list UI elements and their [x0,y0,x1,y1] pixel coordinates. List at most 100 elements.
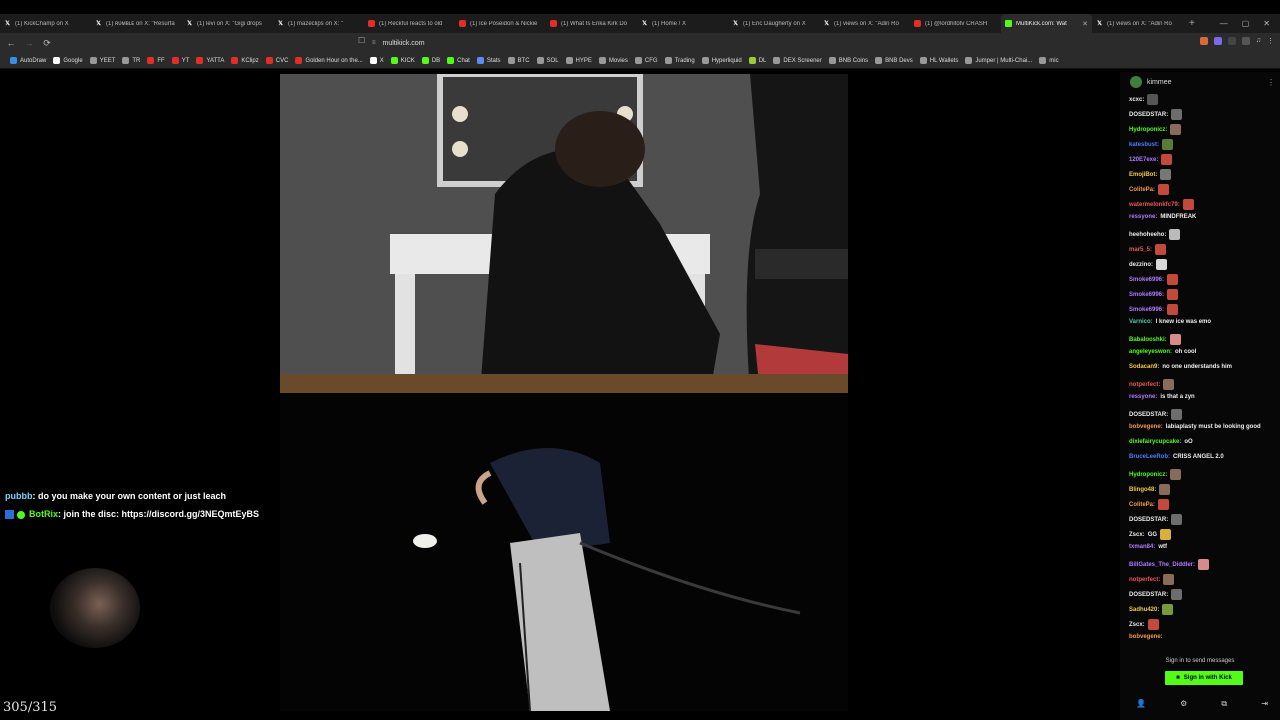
chat-username[interactable]: txman84: [1129,544,1155,550]
browser-tab[interactable]: (1) @lordhitotv CRASH [910,14,1001,33]
chat-username[interactable]: Zscx: [1129,622,1145,628]
bookmark-item[interactable]: TR [122,57,140,64]
bookmark-item[interactable]: Movies [598,57,628,64]
bookmark-item[interactable]: X [369,57,384,64]
chat-username[interactable]: watermelonkfc79: [1129,202,1180,208]
browser-tab[interactable]: 𝕏 (1) mazeclips on X: " [273,14,364,33]
bookmark-item[interactable]: DL [748,57,766,64]
browser-tab[interactable]: (1) Ice Poseidon & Nickie [455,14,546,33]
bookmark-item[interactable]: Chat [447,57,470,64]
more-options-icon[interactable]: ⋮ [1267,78,1275,87]
site-info-icon[interactable]: ≡ [372,40,376,46]
bookmark-item[interactable]: CVC [265,57,288,64]
bookmark-item[interactable]: Google [53,57,83,64]
browser-tab[interactable]: 𝕏 (1) Eric Daugherty on X [728,14,819,33]
chat-username[interactable]: heehoheeho: [1129,232,1166,238]
bookmark-item[interactable]: BNB Devs [875,57,913,64]
chat-username[interactable]: DOSEDSTAR: [1129,112,1168,118]
chat-username[interactable]: bobvegene: [1129,424,1163,430]
settings-icon[interactable]: ⚙ [1180,699,1187,709]
chat-username[interactable]: dezzino: [1129,262,1153,268]
bookmark-item[interactable]: DEX Screener [773,57,822,64]
signin-with-kick-button[interactable]: ■ Sign in with Kick [1165,671,1243,685]
chat-username[interactable]: Smoke6996: [1129,307,1164,313]
bookmark-item[interactable]: Trading [664,57,695,64]
chat-username[interactable]: notperfect: [1129,382,1160,388]
chat-username[interactable]: Hydroponicz: [1129,472,1167,478]
stream-video-bottom[interactable] [280,393,848,711]
chat-username[interactable]: EmojiBot: [1129,172,1157,178]
reload-icon[interactable]: ⟳ [40,38,54,49]
bookmark-item[interactable]: KClipz [231,57,259,64]
chat-username[interactable]: Hydroponicz: [1129,127,1167,133]
browser-tab[interactable]: MultiKick.com: Wat ✕ [1001,14,1092,33]
chat-username[interactable]: Smoke6996: [1129,292,1164,298]
bookmark-item[interactable]: Jumper | Multi-Chai... [965,57,1032,64]
chat-username[interactable]: dixiefairycupcake: [1129,439,1181,445]
chat-username[interactable]: Zscx: [1129,532,1145,538]
chat-header[interactable]: kimmee ⋮ [1130,74,1278,90]
music-icon[interactable]: ♫ [1256,37,1261,45]
chat-username[interactable]: Smoke6996: [1129,277,1164,283]
bookmark-item[interactable]: YATTA [196,57,224,64]
bookmark-item[interactable]: AutoDraw [10,57,46,64]
chat-username[interactable]: ColitePa: [1129,502,1155,508]
chat-username[interactable]: ressyone: [1129,214,1157,220]
maximize-icon[interactable]: ▢ [1242,19,1250,28]
chat-username[interactable]: BruceLeeRob: [1129,454,1170,460]
chat-username[interactable]: notperfect: [1129,577,1160,583]
bookmark-item[interactable]: HYPE [565,57,592,64]
stream-video-top[interactable] [280,74,848,393]
browser-tab[interactable]: 𝕏 (1) ʀᴜᴍʙʟᴇ on X: "Resurfa [91,14,182,33]
tab-close-icon[interactable]: ✕ [1082,20,1088,28]
chat-username[interactable]: Babalooshki: [1129,337,1167,343]
chat-username[interactable]: ColitePa: [1129,187,1155,193]
bookmark-item[interactable]: YT [171,57,189,64]
bookmark-item[interactable]: FF [147,57,165,64]
bookmark-icon[interactable]: ☐ [358,36,365,45]
close-icon[interactable]: ✕ [1263,19,1270,28]
browser-tab[interactable]: 𝕏 (1) KickChamp on X [0,14,91,33]
bookmark-item[interactable]: CFG [634,57,658,64]
bookmark-item[interactable]: Stats [476,57,501,64]
forward-icon[interactable]: → [22,38,36,48]
user-add-icon[interactable]: 👤 [1136,699,1146,709]
chat-username[interactable]: Varnico: [1129,319,1153,325]
bookmark-item[interactable]: Golden Hour on the... [295,57,363,64]
bookmark-item[interactable]: Hyperliquid [701,57,742,64]
popout-icon[interactable]: ⧉ [1221,699,1227,709]
chat-username[interactable]: xcxc: [1129,97,1144,103]
bookmark-item[interactable]: mic [1039,57,1059,64]
chat-username[interactable]: 120E7exe: [1129,157,1158,163]
browser-tab[interactable]: 𝕏 (1) Home / X [637,14,728,33]
browser-tab[interactable]: 𝕏 (1) views on X: "Adin Ro [819,14,910,33]
bookmark-item[interactable]: HL Wallets [919,57,958,64]
chat-username[interactable]: BillGates_The_Diddler: [1129,562,1195,568]
extension-icon[interactable] [1227,37,1236,45]
extension-icon[interactable] [1241,37,1250,45]
menu-icon[interactable]: ⋮ [1267,37,1274,45]
bookmark-item[interactable]: SOL [536,57,559,64]
chat-username[interactable]: mar5_5: [1129,247,1152,253]
chat-username[interactable]: ressyone: [1129,394,1157,400]
extension-icon[interactable] [1213,37,1222,45]
new-tab-button[interactable]: + [1183,18,1201,29]
chat-username[interactable]: bobvegene: [1129,634,1163,640]
minimize-icon[interactable]: — [1220,19,1228,28]
chat-username[interactable]: Sodacan9: [1129,364,1159,370]
bookmark-item[interactable]: KICK [390,57,415,64]
back-icon[interactable]: ← [4,38,18,48]
chat-username[interactable]: DOSEDSTAR: [1129,517,1168,523]
chat-username[interactable]: DOSEDSTAR: [1129,412,1168,418]
chat-username[interactable]: Blingo48: [1129,487,1156,493]
bookmark-item[interactable]: YEET [89,57,115,64]
browser-tab[interactable]: (1) Reckful reacts to old [364,14,455,33]
browser-tab[interactable]: (1) What Is Erika Kirk Do [546,14,637,33]
exit-icon[interactable]: ⇥ [1261,699,1268,709]
chat-username[interactable]: angeleyeswon: [1129,349,1172,355]
bookmark-item[interactable]: BTC [507,57,530,64]
chat-username[interactable]: katesbust: [1129,142,1159,148]
browser-tab[interactable]: 𝕏 (1) views on X: "Adin Ro [1092,14,1183,33]
extension-icon[interactable] [1199,37,1208,45]
browser-tab[interactable]: 𝕏 (1) levi on X: "Gigi drops [182,14,273,33]
